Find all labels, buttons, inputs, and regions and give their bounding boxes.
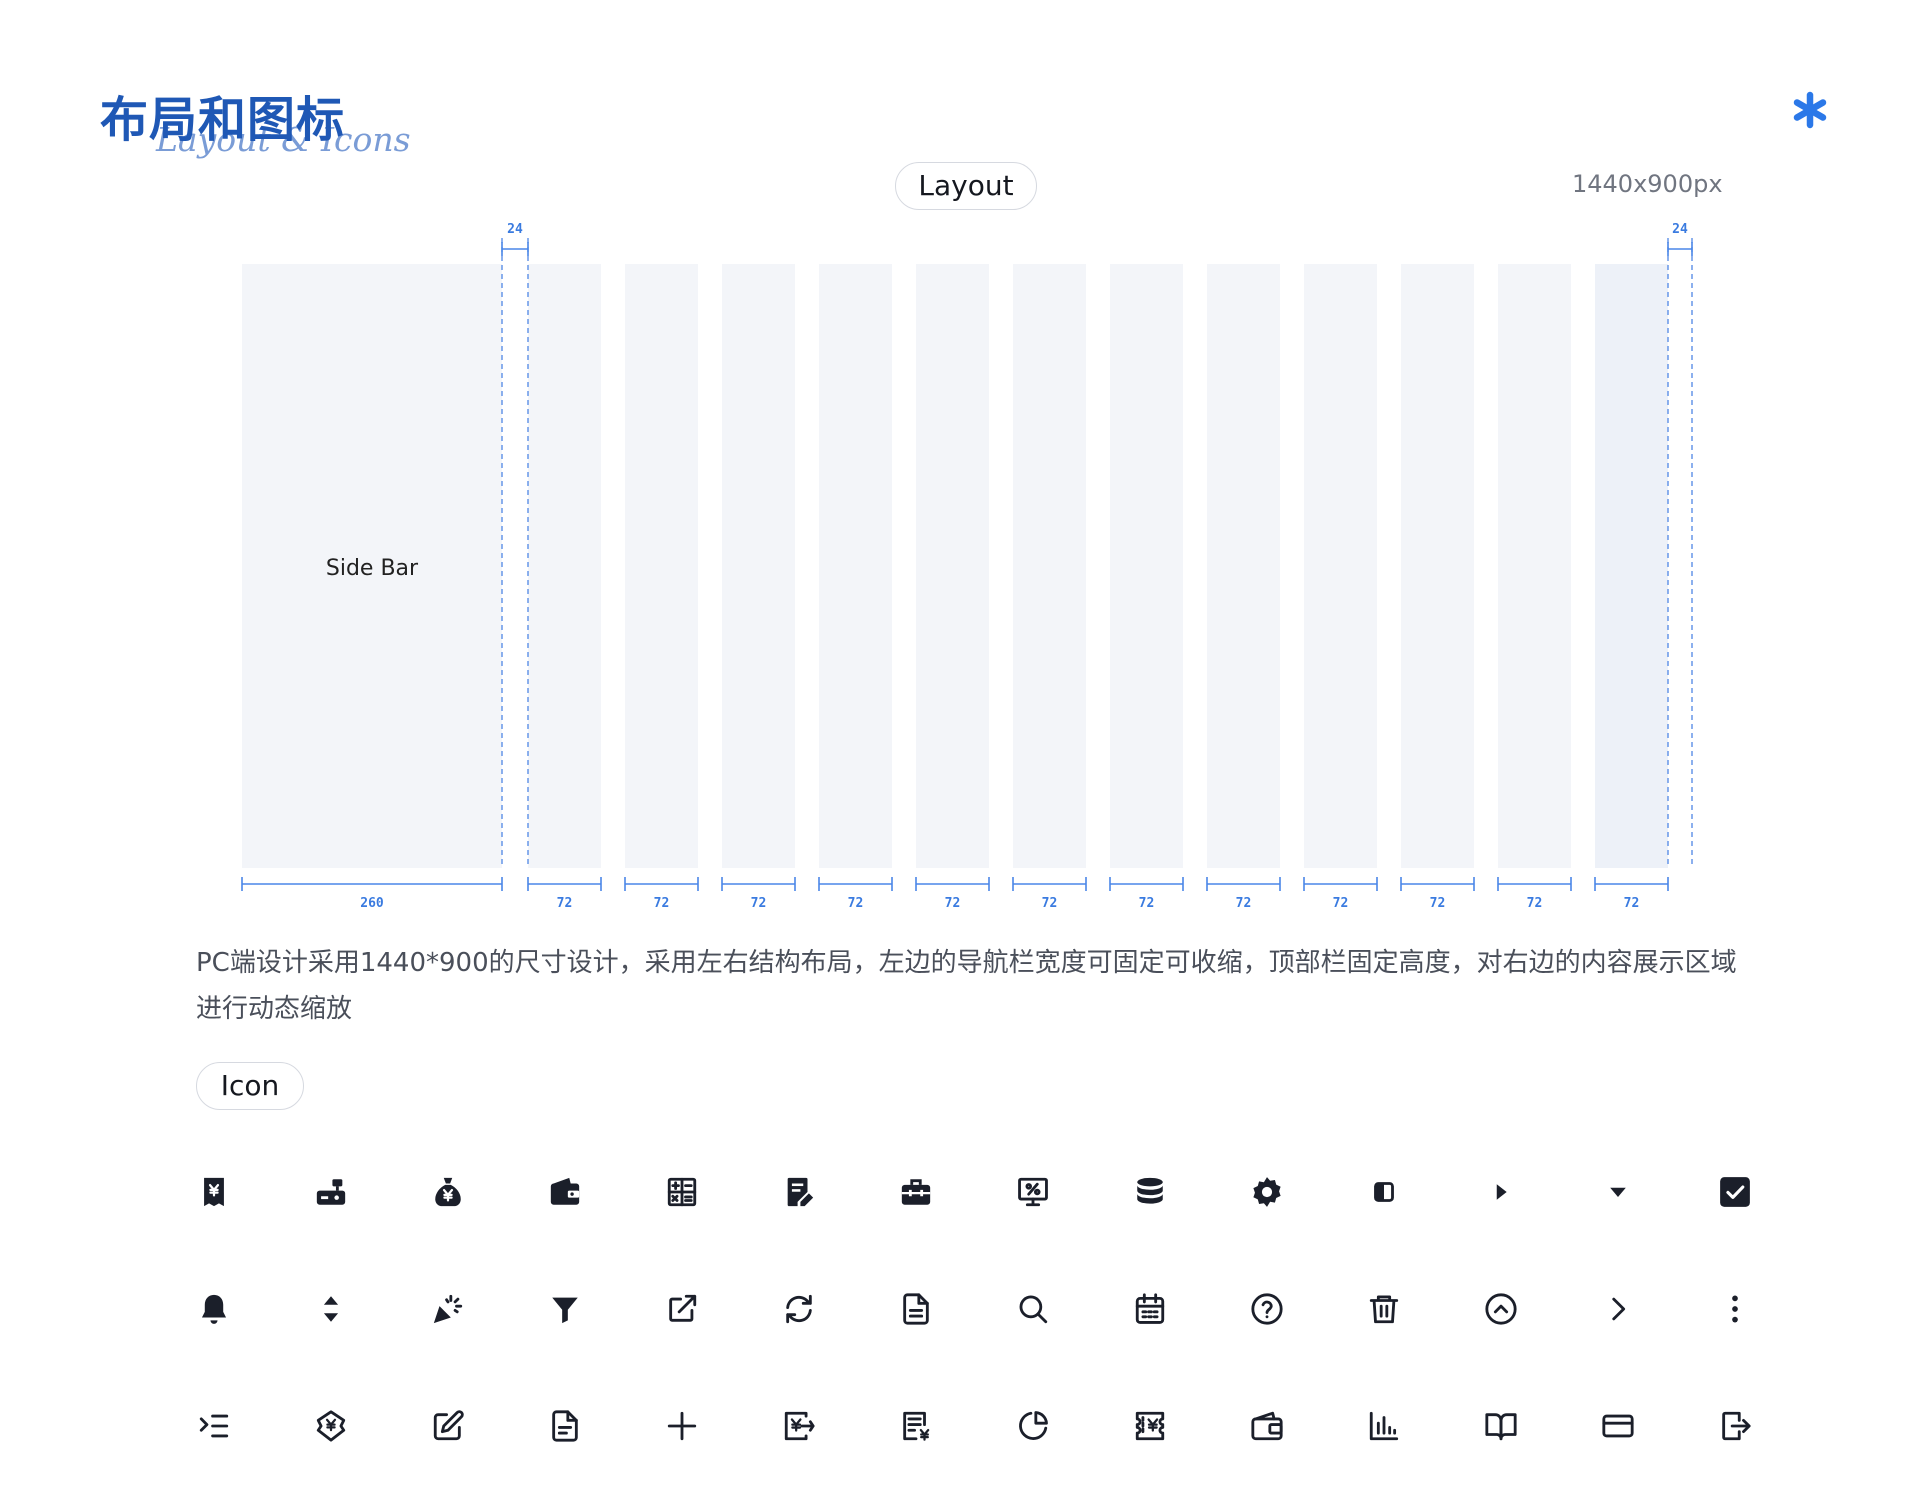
- wallet-outline-icon: [1250, 1409, 1284, 1443]
- yen-tag-icon: [314, 1409, 348, 1443]
- column-dimension-label: 72: [654, 896, 670, 911]
- monitor-percent-icon: [1016, 1175, 1050, 1209]
- page-heading: 布局和图标 Layout & Icons: [100, 80, 411, 159]
- indent-icon: [197, 1409, 231, 1443]
- grid-column: [819, 264, 892, 868]
- column-dimension-label: 72: [945, 896, 961, 911]
- sidebar-dimension-label: 260: [360, 896, 384, 911]
- yen-ticket-icon: [1133, 1409, 1167, 1443]
- bar-chart-icon: [1367, 1409, 1401, 1443]
- grid-column: [722, 264, 795, 868]
- layout-section-label: Layout: [895, 162, 1037, 210]
- edit-document-icon: [782, 1175, 816, 1209]
- triangle-down-icon: [1601, 1175, 1635, 1209]
- icon-section-label: Icon: [196, 1062, 304, 1110]
- column-dimension-label: 72: [557, 896, 573, 911]
- filter-icon: [548, 1292, 582, 1326]
- file-icon: [548, 1409, 582, 1443]
- external-link-icon: [665, 1292, 699, 1326]
- triangle-right-icon: [1484, 1175, 1518, 1209]
- right-gutter-dimension-label: 24: [1672, 222, 1688, 237]
- money-bag-icon: [431, 1175, 465, 1209]
- column-dimension-label: 72: [1042, 896, 1058, 911]
- column-dimension-label: 72: [1236, 896, 1252, 911]
- grid-column: [1304, 264, 1377, 868]
- column-dimension-label: 72: [1139, 896, 1155, 911]
- layout-description: PC端设计采用1440*900的尺寸设计，采用左右结构布局，左边的导航栏宽度可固…: [196, 948, 1737, 1024]
- grid-column: [1207, 264, 1280, 868]
- gear-icon: [1250, 1175, 1284, 1209]
- credit-card-icon: [1601, 1409, 1635, 1443]
- checkbox-checked-icon: [1718, 1175, 1752, 1209]
- grid-column: [916, 264, 989, 868]
- half-square-icon: [1367, 1175, 1401, 1209]
- briefcase-icon: [899, 1175, 933, 1209]
- canvas-size-label: 1440x900px: [1572, 170, 1723, 198]
- column-dimension-label: 72: [751, 896, 767, 911]
- more-vertical-icon: [1718, 1292, 1752, 1326]
- edit-icon: [431, 1409, 465, 1443]
- pie-chart-icon: [1016, 1409, 1050, 1443]
- grid-column: [1498, 264, 1571, 868]
- refresh-icon: [782, 1292, 816, 1326]
- party-popper-icon: [431, 1292, 465, 1326]
- column-dimension-label: 72: [848, 896, 864, 911]
- database-icon: [1133, 1175, 1167, 1209]
- sidebar-label: Side Bar: [326, 556, 419, 581]
- grid-column: [625, 264, 698, 868]
- plus-icon: [665, 1409, 699, 1443]
- cash-register-icon: [314, 1175, 348, 1209]
- grid-column: [1595, 264, 1668, 868]
- left-gutter-dimension-label: 24: [507, 222, 523, 237]
- sort-icon: [314, 1292, 348, 1326]
- grid-column: [1013, 264, 1086, 868]
- bell-icon: [197, 1292, 231, 1326]
- invoice-yen-icon: [899, 1409, 933, 1443]
- yen-transfer-icon: [782, 1409, 816, 1443]
- sidebar-area: [242, 264, 502, 868]
- chevron-right-icon: [1601, 1292, 1635, 1326]
- calendar-icon: [1133, 1292, 1167, 1326]
- calculator-icon: [665, 1175, 699, 1209]
- chevron-up-circle-icon: [1484, 1292, 1518, 1326]
- column-dimension-label: 72: [1430, 896, 1446, 911]
- grid-column: [528, 264, 601, 868]
- book-open-icon: [1484, 1409, 1518, 1443]
- wallet-icon: [548, 1175, 582, 1209]
- trash-icon: [1367, 1292, 1401, 1326]
- grid-column: [1401, 264, 1474, 868]
- receipt-icon: [197, 1175, 231, 1209]
- column-dimension-label: 72: [1527, 896, 1543, 911]
- logout-icon: [1718, 1409, 1752, 1443]
- page-title: 布局和图标: [100, 92, 346, 148]
- search-icon: [1016, 1292, 1050, 1326]
- asterisk-icon: [1790, 90, 1830, 130]
- file-text-icon: [899, 1292, 933, 1326]
- column-dimension-label: 72: [1624, 896, 1640, 911]
- grid-column: [1110, 264, 1183, 868]
- help-circle-icon: [1250, 1292, 1284, 1326]
- column-dimension-label: 72: [1333, 896, 1349, 911]
